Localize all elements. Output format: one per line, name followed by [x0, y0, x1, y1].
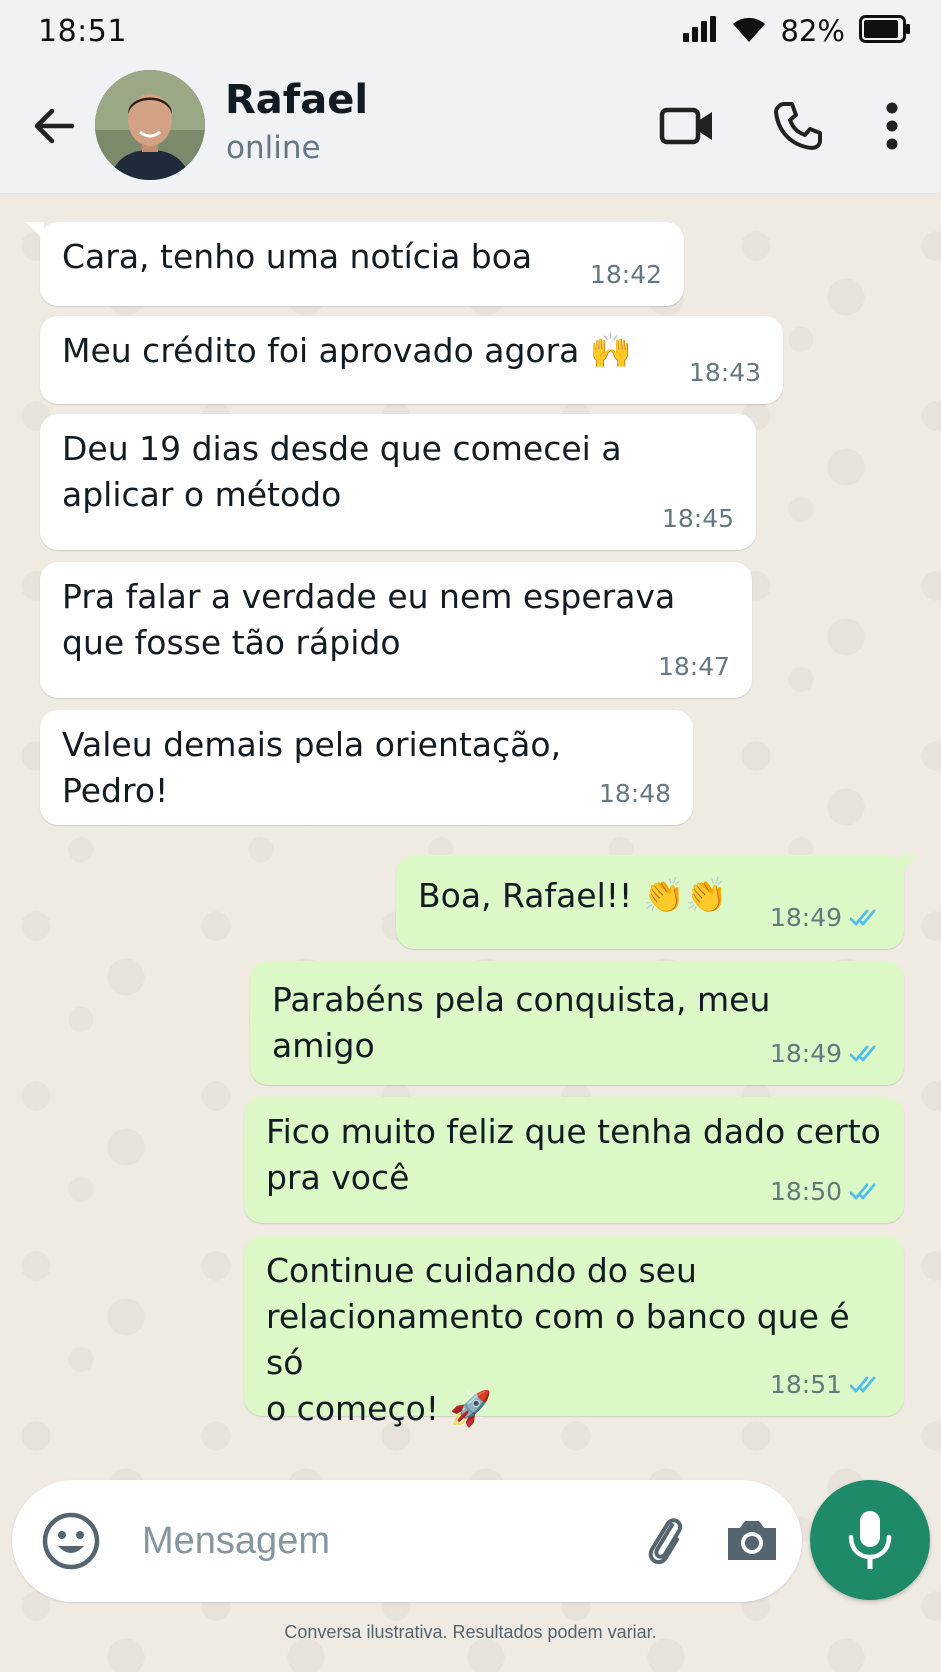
chat-header: Rafael online: [0, 62, 941, 194]
message-bubble-incoming[interactable]: Valeu demais pela orientação, Pedro! 18:…: [40, 710, 693, 825]
signal-icon: [682, 16, 717, 46]
message-bubble-outgoing[interactable]: Continue cuidando do seu relacionamento …: [244, 1236, 904, 1429]
message-text: Meu crédito foi aprovado agora 🙌: [62, 328, 761, 374]
attach-icon: [648, 1518, 683, 1565]
back-button[interactable]: [28, 100, 80, 152]
chat-area[interactable]: Cara, tenho uma notícia boa 18:42 Meu cr…: [0, 195, 941, 1672]
message-meta: 18:49: [770, 895, 882, 941]
status-bar: 18:51 82%: [0, 0, 941, 62]
message-text: Deu 19 dias desde que comecei a aplicar …: [62, 429, 622, 514]
message-text-body: Continue cuidando do seu relacionamento …: [266, 1251, 850, 1428]
mic-button[interactable]: [810, 1480, 930, 1600]
clapping-hands-emoji: 👏👏: [642, 876, 728, 916]
message-time: 18:48: [598, 779, 671, 808]
message-meta: 18:48: [599, 771, 671, 817]
message-bubble-outgoing[interactable]: Parabéns pela conquista, meu amigo 18:49: [250, 961, 904, 1085]
message-time: 18:51: [769, 1370, 842, 1399]
message-time: 18:42: [589, 260, 662, 289]
message-text: Pra falar a verdade eu nem esperava que …: [62, 577, 676, 662]
more-options-button[interactable]: [860, 94, 924, 158]
message-text: Valeu demais pela orientação, Pedro!: [62, 725, 562, 810]
message-input[interactable]: [142, 1506, 602, 1576]
voice-call-button[interactable]: [766, 94, 830, 158]
rocket-emoji: 🚀: [449, 1389, 492, 1429]
message-meta: 18:49: [770, 1031, 882, 1077]
status-time: 18:51: [38, 13, 127, 49]
message-bubble-outgoing[interactable]: Fico muito feliz que tenha dado certo pr…: [244, 1097, 904, 1223]
raising-hands-emoji: 🙌: [589, 331, 633, 371]
message-bubble-incoming[interactable]: Deu 19 dias desde que comecei a aplicar …: [40, 414, 756, 550]
message-meta: 18:45: [662, 496, 734, 542]
message-meta: 18:47: [658, 644, 730, 690]
message-meta: 18:43: [689, 350, 761, 396]
message-time: 18:43: [688, 358, 761, 387]
double-check-icon: [850, 1183, 876, 1200]
back-arrow-icon: [34, 108, 75, 144]
message-text-body: Boa, Rafael!!: [418, 876, 633, 915]
message-meta: 18:42: [590, 252, 662, 298]
message-time: 18:45: [661, 504, 734, 533]
disclaimer-text: Conversa ilustrativa. Resultados podem v…: [284, 1622, 657, 1642]
bubble-tail: [26, 222, 44, 240]
contact-status: online: [226, 130, 321, 166]
message-time: 18:50: [769, 1177, 842, 1206]
message-bubble-outgoing[interactable]: Boa, Rafael!! 👏👏 18:49: [396, 855, 918, 949]
message-time: 18:49: [769, 1039, 842, 1068]
camera-button[interactable]: [720, 1508, 784, 1572]
message-text-body: Meu crédito foi aprovado agora: [62, 331, 580, 370]
battery-percent: 82%: [780, 14, 845, 48]
camera-icon: [728, 1521, 776, 1560]
battery-icon: [859, 15, 911, 47]
phone-icon: [774, 102, 822, 150]
bubble-tail: [900, 855, 918, 873]
message-bubble-incoming[interactable]: Meu crédito foi aprovado agora 🙌 18:43: [40, 316, 783, 404]
double-check-icon: [850, 909, 876, 926]
message-bubble-incoming[interactable]: Cara, tenho uma notícia boa 18:42: [26, 222, 684, 306]
wifi-icon: [731, 15, 767, 47]
mic-icon: [848, 1511, 892, 1569]
double-check-icon: [850, 1045, 876, 1062]
avatar[interactable]: [95, 70, 205, 180]
emoji-icon: [42, 1512, 100, 1570]
message-meta: 18:50: [770, 1169, 882, 1215]
video-call-icon: [659, 107, 712, 145]
attach-button[interactable]: [634, 1508, 698, 1572]
more-vert-icon: [886, 102, 898, 150]
message-time: 18:49: [769, 903, 842, 932]
message-composer: [12, 1480, 802, 1602]
avatar-photo: [95, 70, 205, 180]
video-call-button[interactable]: [655, 94, 719, 158]
message-meta: 18:51: [770, 1362, 882, 1408]
message-text: Cara, tenho uma notícia boa: [62, 237, 533, 276]
emoji-button[interactable]: [40, 1510, 102, 1572]
message-time: 18:47: [657, 652, 730, 681]
double-check-icon: [850, 1376, 876, 1393]
message-bubble-incoming[interactable]: Pra falar a verdade eu nem esperava que …: [40, 562, 752, 698]
status-indicators: 82%: [682, 14, 911, 48]
contact-name[interactable]: Rafael: [225, 77, 368, 123]
